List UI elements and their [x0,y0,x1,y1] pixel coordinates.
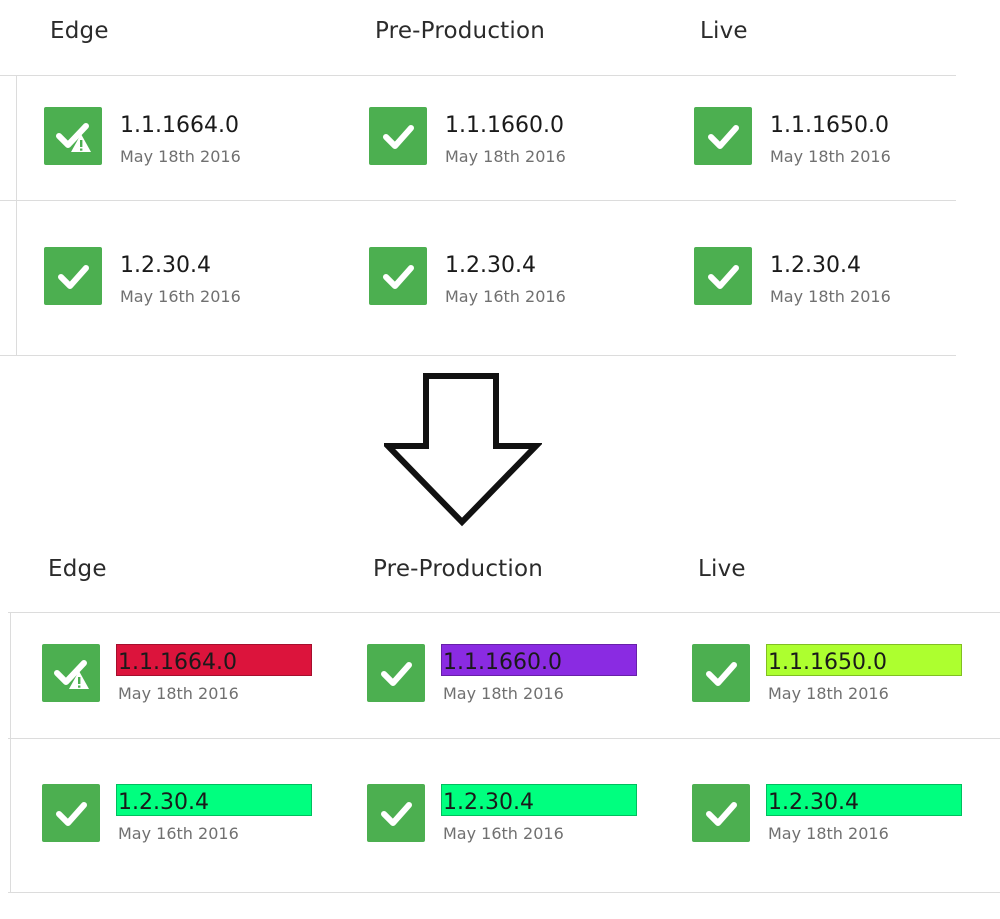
build-cell[interactable]: 1.1.1664.0 May 18th 2016 [42,644,342,710]
date-label: May 18th 2016 [770,147,891,166]
column-header-pre-production: Pre-Production [375,18,546,44]
down-arrow-icon [384,373,542,527]
check-warning-icon [44,107,102,165]
build-cell[interactable]: 1.2.30.4 May 16th 2016 [42,784,342,850]
date-label: May 16th 2016 [120,287,241,306]
divider [8,892,1000,893]
build-cell[interactable]: 1.1.1660.0 May 18th 2016 [369,107,669,173]
version-label: 1.2.30.4 [768,790,859,815]
divider [0,200,956,201]
divider [10,613,11,893]
date-label: May 18th 2016 [445,147,566,166]
divider [16,76,17,356]
date-label: May 18th 2016 [120,147,241,166]
build-cell[interactable]: 1.2.30.4 May 18th 2016 [692,784,992,850]
version-label: 1.2.30.4 [770,253,861,278]
divider [0,355,956,356]
version-label: 1.1.1660.0 [445,113,564,138]
column-header-pre-production: Pre-Production [373,556,544,582]
date-label: May 18th 2016 [770,287,891,306]
build-cell[interactable]: 1.2.30.4 May 16th 2016 [44,247,344,313]
date-label: May 18th 2016 [768,684,889,703]
before-panel: Edge Pre-Production Live 1.1.1664.0 May … [0,0,1000,360]
build-cell[interactable]: 1.1.1660.0 May 18th 2016 [367,644,667,710]
check-icon [367,784,425,842]
build-cell[interactable]: 1.1.1650.0 May 18th 2016 [694,107,994,173]
build-cell[interactable]: 1.1.1664.0 May 18th 2016 [44,107,344,173]
build-cell[interactable]: 1.2.30.4 May 18th 2016 [694,247,994,313]
column-header-live: Live [698,556,746,582]
version-label: 1.2.30.4 [443,790,534,815]
date-label: May 18th 2016 [768,824,889,843]
version-label: 1.1.1660.0 [443,650,562,675]
version-label: 1.1.1664.0 [120,113,239,138]
divider [8,738,1000,739]
date-label: May 16th 2016 [445,287,566,306]
date-label: May 16th 2016 [443,824,564,843]
date-label: May 18th 2016 [443,684,564,703]
check-icon [692,644,750,702]
version-label: 1.2.30.4 [118,790,209,815]
check-icon [692,784,750,842]
check-icon [42,784,100,842]
check-warning-icon [42,644,100,702]
version-label: 1.1.1664.0 [118,650,237,675]
column-header-edge: Edge [48,556,107,582]
column-header-edge: Edge [50,18,109,44]
check-icon [44,247,102,305]
build-cell[interactable]: 1.2.30.4 May 16th 2016 [367,784,667,850]
build-cell[interactable]: 1.1.1650.0 May 18th 2016 [692,644,992,710]
column-header-live: Live [700,18,748,44]
date-label: May 18th 2016 [118,684,239,703]
version-label: 1.1.1650.0 [770,113,889,138]
divider [0,75,956,76]
version-label: 1.2.30.4 [120,253,211,278]
check-icon [694,247,752,305]
after-panel: Edge Pre-Production Live 1.1.1664.0 May … [0,540,1000,919]
check-icon [369,107,427,165]
check-icon [367,644,425,702]
check-icon [694,107,752,165]
divider [8,612,1000,613]
version-label: 1.2.30.4 [445,253,536,278]
date-label: May 16th 2016 [118,824,239,843]
version-label: 1.1.1650.0 [768,650,887,675]
check-icon [369,247,427,305]
build-cell[interactable]: 1.2.30.4 May 16th 2016 [369,247,669,313]
